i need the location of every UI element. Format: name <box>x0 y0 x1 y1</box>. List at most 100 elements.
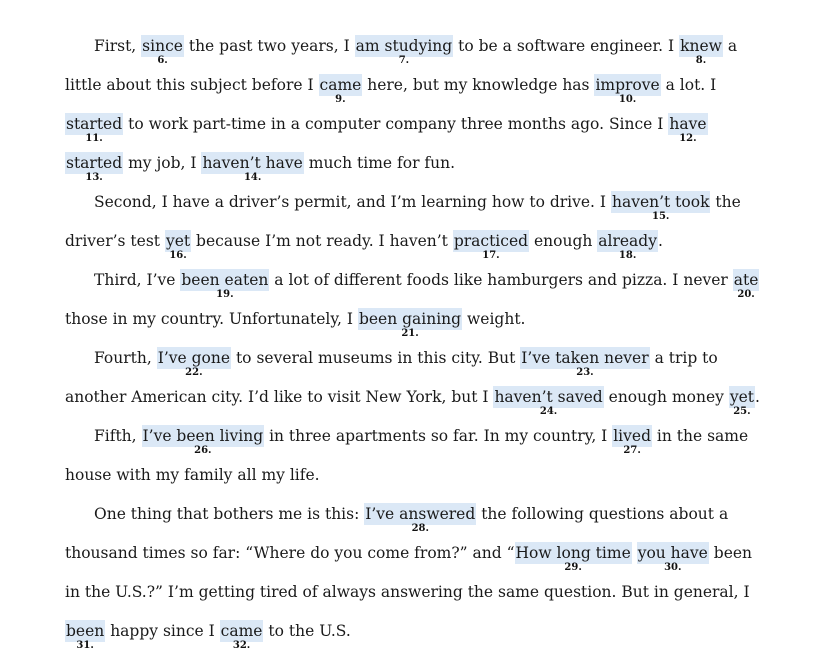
essay-document: First, since 6. the past two years, I am … <box>65 27 760 651</box>
answer-text: been <box>66 622 105 640</box>
highlighted-answer: came 9. <box>318 74 363 105</box>
paragraph: Second, I have a driver’s permit, and I’… <box>65 183 760 261</box>
body-text: much time for fun. <box>303 154 456 172</box>
paragraph: Fifth, I’ve been living 26. in three apar… <box>65 417 760 495</box>
answer-text: I’ve taken never <box>521 349 649 367</box>
highlighted-answer: haven’t saved 24. <box>493 386 604 417</box>
highlighted-answer: started 11. <box>65 113 124 144</box>
highlighted-answer: yet 25. <box>728 386 755 417</box>
answer-text: been gaining <box>358 310 462 328</box>
item-number: 22. <box>185 367 203 378</box>
item-number: 31. <box>76 640 94 651</box>
body-text: weight. <box>462 310 526 328</box>
body-text: enough money <box>603 388 729 406</box>
highlighted-answer: am studying 7. <box>354 35 454 66</box>
answer-text: I’ve been living <box>142 427 264 445</box>
body-text: Third, I’ve <box>94 271 181 289</box>
highlighted-answer: I’ve taken never 23. <box>520 347 650 378</box>
item-number: 19. <box>216 289 234 300</box>
body-text: to several museums in this city. But <box>231 349 521 367</box>
item-number: 9. <box>335 94 346 105</box>
highlighted-answer: haven’t have 14. <box>201 152 304 183</box>
answer-text: ate <box>733 271 759 289</box>
highlighted-answer: I’ve gone 22. <box>156 347 232 378</box>
answer-text: already <box>598 232 657 250</box>
item-number: 8. <box>695 55 707 66</box>
highlighted-answer: improve 10. <box>594 74 661 105</box>
highlighted-answer: came 32. <box>219 620 264 651</box>
answer-text: came <box>319 76 362 94</box>
item-number: 13. <box>85 172 103 183</box>
item-number: 20. <box>737 289 755 300</box>
body-text: because I’m not ready. I haven’t <box>191 232 453 250</box>
item-number: 17. <box>482 250 500 261</box>
item-number: 12. <box>679 133 697 144</box>
answer-text: knew <box>680 37 722 55</box>
answer-text: I’ve answered <box>365 505 476 523</box>
body-text: to be a software engineer. I <box>453 37 680 55</box>
body-text: happy since I <box>105 622 220 640</box>
item-number: 32. <box>232 640 251 651</box>
answer-text: came <box>220 622 263 640</box>
body-text: . <box>755 388 760 406</box>
body-text: to work part-time in a computer company … <box>123 115 669 133</box>
item-number: 6. <box>157 55 168 66</box>
item-number: 18. <box>618 250 637 261</box>
answer-text: improve <box>595 76 660 94</box>
answer-text: you have <box>637 544 708 562</box>
highlighted-answer: practiced 17. <box>452 230 530 261</box>
highlighted-answer: already 18. <box>597 230 658 261</box>
body-text: Second, I have a driver’s permit, and I’… <box>94 193 611 211</box>
paragraph: First, since 6. the past two years, I am … <box>65 27 760 183</box>
item-number: 27. <box>623 445 641 456</box>
highlighted-answer: haven’t took 15. <box>610 191 711 222</box>
answer-text: haven’t have <box>202 154 303 172</box>
item-number: 26. <box>194 445 212 456</box>
highlighted-answer: since 6. <box>141 35 184 66</box>
item-number: 15. <box>652 211 670 222</box>
body-text: First, <box>94 37 142 55</box>
highlighted-answer: been 31. <box>65 620 106 651</box>
item-number: 14. <box>243 172 262 183</box>
highlighted-answer: How long time 29. <box>514 542 632 573</box>
answer-text: started <box>66 115 123 133</box>
body-text: . <box>657 232 663 250</box>
answer-text: haven’t saved <box>494 388 603 406</box>
paragraph: Third, I’ve been eaten 19. a lot of diffe… <box>65 261 760 339</box>
highlighted-answer: you have 30. <box>636 542 709 573</box>
highlighted-answer: I’ve been living 26. <box>141 425 265 456</box>
answer-text: How long time <box>515 544 631 562</box>
item-number: 10. <box>618 94 637 105</box>
item-number: 25. <box>733 406 751 417</box>
highlighted-answer: I’ve answered 28. <box>364 503 477 534</box>
item-number: 24. <box>539 406 558 417</box>
item-number: 21. <box>401 328 419 339</box>
answer-text: been eaten <box>181 271 269 289</box>
answer-text: started <box>66 154 123 172</box>
highlighted-answer: knew 8. <box>679 35 723 66</box>
item-number: 29. <box>564 562 582 573</box>
item-number: 7. <box>398 55 410 66</box>
paragraph: Fourth, I’ve gone 22. to several museums … <box>65 339 760 417</box>
item-number: 16. <box>169 250 187 261</box>
highlighted-answer: lived 27. <box>612 425 652 456</box>
body-text: One thing that bothers me is this: <box>94 505 365 523</box>
body-text: a lot. I <box>660 76 717 94</box>
item-number: 28. <box>411 523 429 534</box>
highlighted-answer: started 13. <box>65 152 124 183</box>
answer-text: I’ve gone <box>157 349 231 367</box>
body-text: the past two years, I <box>183 37 355 55</box>
body-text: to the U.S. <box>263 622 351 640</box>
body-text: my job, I <box>123 154 202 172</box>
highlighted-answer: ate 20. <box>732 269 760 300</box>
item-number: 23. <box>576 367 594 378</box>
item-number: 11. <box>85 133 103 144</box>
item-number: 30. <box>664 562 682 573</box>
body-text: Fourth, <box>94 349 157 367</box>
answer-text: practiced <box>453 232 529 250</box>
answer-text: since <box>142 37 183 55</box>
answer-text: yet <box>729 388 754 406</box>
body-text: in three apartments so far. In my countr… <box>264 427 613 445</box>
body-text: Fifth, <box>94 427 142 445</box>
answer-text: have <box>669 115 707 133</box>
